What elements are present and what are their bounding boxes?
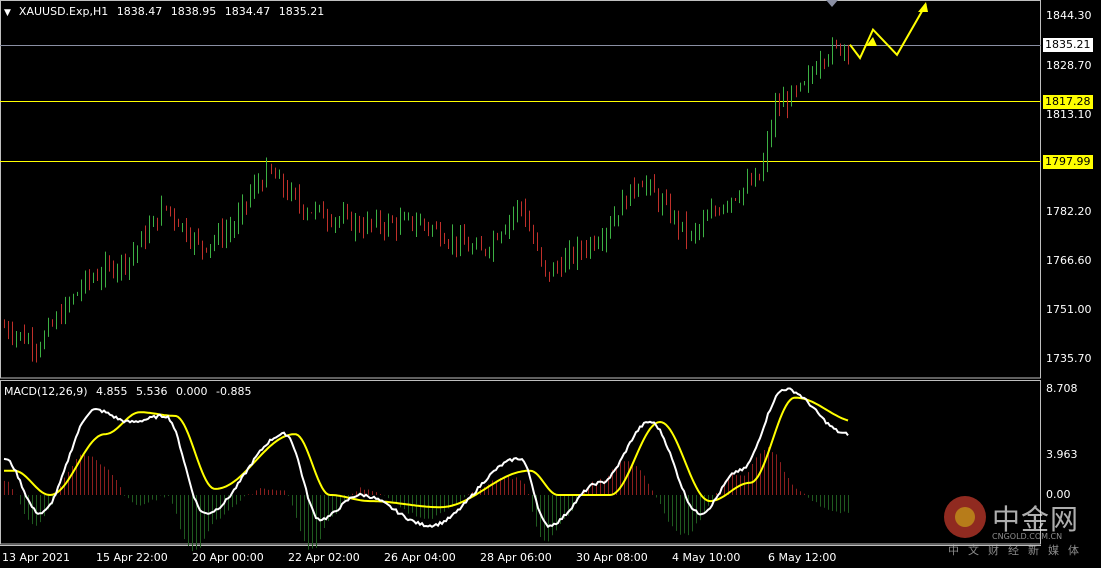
price-tick: 1751.00 — [1046, 303, 1092, 316]
shift-marker-icon — [826, 0, 838, 7]
price-tick: 1782.20 — [1046, 205, 1092, 218]
macd-header: MACD(12,26,9) 4.855 5.536 0.000 -0.885 — [4, 385, 252, 398]
time-tick: 26 Apr 04:00 — [384, 551, 456, 564]
time-tick: 6 May 12:00 — [768, 551, 837, 564]
macd-value-4: -0.885 — [216, 385, 252, 398]
open-value: 1838.47 — [116, 5, 163, 18]
low-value: 1834.47 — [224, 5, 271, 18]
time-tick: 22 Apr 02:00 — [288, 551, 360, 564]
macd-value-1: 4.855 — [96, 385, 128, 398]
watermark-tagline: 中文财经新媒体 — [948, 544, 1088, 557]
high-value: 1838.95 — [170, 5, 217, 18]
macd-subwindow-frame — [0, 380, 1041, 545]
level-tag-1: 1817.28 — [1043, 95, 1093, 109]
symbol-ohlc-header: ▼ XAUUSD.Exp,H1 1838.47 1838.95 1834.47 1… — [4, 5, 324, 18]
time-tick: 4 May 10:00 — [672, 551, 741, 564]
current-price-tag: 1835.21 — [1043, 38, 1093, 52]
macd-value-2: 5.536 — [136, 385, 168, 398]
time-tick: 15 Apr 22:00 — [96, 551, 168, 564]
cngold-logo-icon — [944, 496, 986, 538]
watermark-url: CNGOLD.COM.CN — [992, 532, 1063, 541]
macd-value-3: 0.000 — [176, 385, 208, 398]
price-tick: 1766.60 — [1046, 254, 1092, 267]
forecast-arrow-icon — [918, 2, 928, 12]
macd-tick-top: 8.708 — [1046, 382, 1078, 395]
macd-name: MACD(12,26,9) — [4, 385, 88, 398]
symbol-label: XAUUSD.Exp,H1 — [18, 5, 109, 18]
triangle-down-icon: ▼ — [4, 8, 11, 18]
price-tick: 1735.70 — [1046, 352, 1092, 365]
time-tick: 28 Apr 06:00 — [480, 551, 552, 564]
price-tick: 1844.30 — [1046, 9, 1092, 22]
price-tick: 1828.70 — [1046, 59, 1092, 72]
macd-tick-mid: 3.963 — [1046, 448, 1078, 461]
forecast-path — [849, 3, 927, 60]
main-chart-frame — [0, 0, 1041, 379]
time-tick: 13 Apr 2021 — [2, 551, 71, 564]
time-tick: 30 Apr 08:00 — [576, 551, 648, 564]
close-value: 1835.21 — [278, 5, 325, 18]
price-tick: 1813.10 — [1046, 108, 1092, 121]
time-tick: 20 Apr 00:00 — [192, 551, 264, 564]
cngold-watermark: 中金网 CNGOLD.COM.CN 中文财经新媒体 — [944, 496, 1094, 557]
level-tag-2: 1797.99 — [1043, 155, 1093, 169]
chart-canvas[interactable] — [0, 0, 1101, 568]
